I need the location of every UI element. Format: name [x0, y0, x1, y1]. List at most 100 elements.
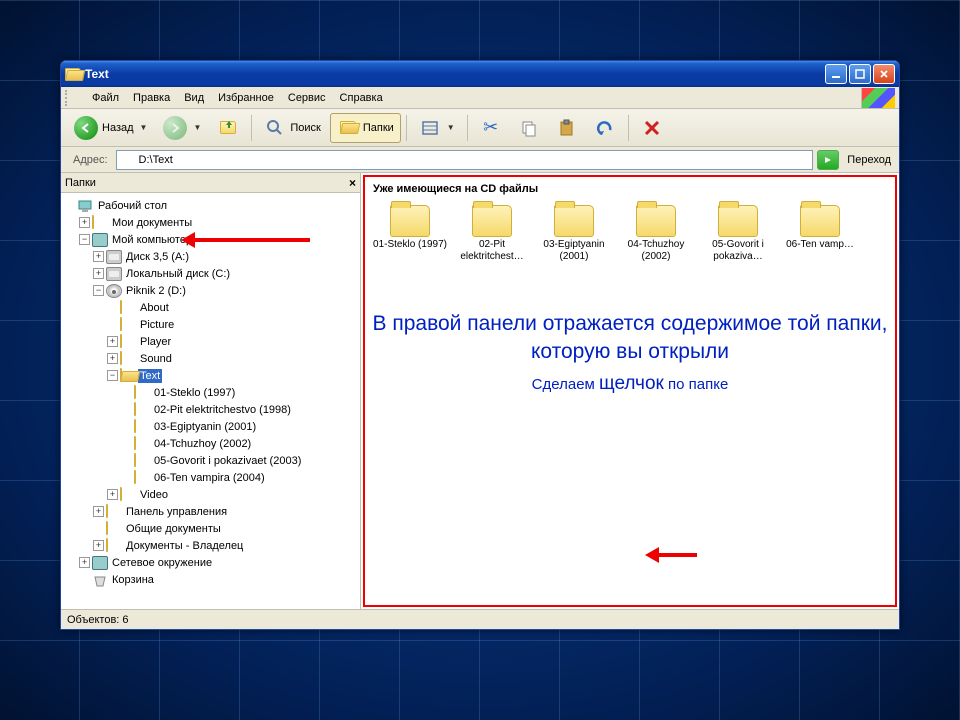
tree-shareddocs[interactable]: Общие документы	[93, 520, 358, 537]
recycle-icon	[92, 573, 108, 587]
tree-text-3[interactable]: 03-Egiptyanin (2001)	[121, 418, 358, 435]
tree-text-1[interactable]: 01-Steklo (1997)	[121, 384, 358, 401]
tree-controlpanel[interactable]: +Панель управления	[93, 503, 358, 520]
menu-view[interactable]: Вид	[177, 89, 211, 107]
content-pane[interactable]: Уже имеющиеся на CD файлы 01-Steklo (199…	[363, 175, 897, 607]
chevron-down-icon: ▼	[140, 123, 148, 132]
tree-floppy[interactable]: +Диск 3,5 (A:)	[93, 248, 358, 265]
tree-text[interactable]: −Text	[107, 367, 358, 384]
close-button[interactable]	[873, 64, 895, 84]
annotation-line1: В правой панели отражается содержимое то…	[369, 310, 891, 367]
collapse-icon[interactable]: −	[79, 234, 90, 245]
address-label: Адрес:	[69, 154, 112, 166]
search-button[interactable]: Поиск	[257, 113, 327, 143]
forward-icon	[163, 116, 187, 140]
copy-button[interactable]	[511, 113, 547, 143]
annotation-line2: Сделаем щелчок по папке	[369, 373, 891, 395]
back-label: Назад	[102, 122, 134, 134]
back-button[interactable]: Назад ▼	[67, 113, 154, 143]
menubar-grip[interactable]	[65, 90, 81, 106]
search-icon	[264, 117, 286, 139]
menu-help[interactable]: Справка	[333, 89, 390, 107]
tree-text-2[interactable]: 02-Pit elektritchestvo (1998)	[121, 401, 358, 418]
title-folder-icon	[65, 66, 81, 82]
list-item[interactable]: 03-Egiptyanin (2001)	[537, 205, 611, 262]
separator	[251, 115, 252, 141]
list-item[interactable]: 05-Govorit i pokaziva…	[701, 205, 775, 262]
tree-player[interactable]: +Player	[107, 333, 358, 350]
paste-button[interactable]	[549, 113, 585, 143]
folders-button[interactable]: Папки	[330, 113, 401, 143]
folder-icon	[390, 205, 430, 237]
collapse-icon[interactable]: −	[107, 370, 118, 381]
list-item[interactable]: 06-Ten vamp…	[783, 205, 857, 262]
tree-text-4[interactable]: 04-Tchuzhoy (2002)	[121, 435, 358, 452]
status-objects: Объектов: 6	[67, 614, 129, 626]
menu-edit[interactable]: Правка	[126, 89, 177, 107]
body: Папки × Рабочий стол +Мои документы −Мой…	[61, 173, 899, 609]
menu-file[interactable]: Файл	[85, 89, 126, 107]
chevron-down-icon: ▼	[447, 123, 455, 132]
up-button[interactable]	[210, 113, 246, 143]
tree-sound[interactable]: +Sound	[107, 350, 358, 367]
tree-text-5[interactable]: 05-Govorit i pokazivaet (2003)	[121, 452, 358, 469]
menu-favorites[interactable]: Избранное	[211, 89, 281, 107]
forward-button[interactable]: ▼	[156, 113, 208, 143]
floppy-icon	[106, 250, 122, 264]
delete-button[interactable]	[634, 113, 670, 143]
tree-piknik[interactable]: −Piknik 2 (D:)	[93, 282, 358, 299]
folder-icon	[636, 205, 676, 237]
folder-icon	[800, 205, 840, 237]
tree-recycle[interactable]: Корзина	[79, 571, 358, 588]
paste-icon	[556, 117, 578, 139]
copy-icon	[518, 117, 540, 139]
maximize-button[interactable]	[849, 64, 871, 84]
back-icon	[74, 116, 98, 140]
item-list: 01-Steklo (1997) 02-Pit elektritchest… 0…	[369, 197, 891, 270]
undo-icon	[594, 117, 616, 139]
titlebar[interactable]: Text	[61, 61, 899, 87]
views-button[interactable]: ▼	[412, 113, 462, 143]
undo-button[interactable]	[587, 113, 623, 143]
annotation-arrow-tree	[181, 232, 310, 248]
folders-icon	[337, 117, 359, 139]
tree-text-6[interactable]: 06-Ten vampira (2004)	[121, 469, 358, 486]
tree-video[interactable]: +Video	[107, 486, 358, 503]
tree-picture[interactable]: Picture	[107, 316, 358, 333]
tree-ownerdocs[interactable]: +Документы - Владелец	[93, 537, 358, 554]
disk-icon	[106, 267, 122, 281]
explorer-window: Text Файл Правка Вид Избранное Сервис Сп…	[60, 60, 900, 630]
separator	[406, 115, 407, 141]
folders-pane-header: Папки ×	[61, 173, 360, 193]
content-header: Уже имеющиеся на CD файлы	[369, 181, 891, 197]
folder-icon	[554, 205, 594, 237]
address-input[interactable]	[116, 150, 814, 170]
tree-network[interactable]: +Сетевое окружение	[79, 554, 358, 571]
annotation-arrow-content	[645, 547, 697, 563]
tree-mydocs[interactable]: +Мои документы	[79, 214, 358, 231]
minimize-button[interactable]	[825, 64, 847, 84]
expand-icon[interactable]: +	[79, 217, 90, 228]
folders-pane-close[interactable]: ×	[349, 176, 356, 190]
tree-about[interactable]: About	[107, 299, 358, 316]
list-item[interactable]: 01-Steklo (1997)	[373, 205, 447, 262]
folder-tree[interactable]: Рабочий стол +Мои документы −Мой компьют…	[61, 193, 360, 609]
tree-desktop[interactable]: Рабочий стол	[65, 197, 358, 214]
menu-tools[interactable]: Сервис	[281, 89, 333, 107]
windows-logo-icon	[861, 88, 895, 108]
menubar: Файл Правка Вид Избранное Сервис Справка	[61, 87, 899, 109]
collapse-icon[interactable]: −	[93, 285, 104, 296]
folder-icon	[472, 205, 512, 237]
views-icon	[419, 117, 441, 139]
search-label: Поиск	[290, 122, 320, 134]
go-button[interactable]	[817, 150, 839, 170]
list-item[interactable]: 04-Tchuzhoy (2002)	[619, 205, 693, 262]
toolbar: Назад ▼ ▼ Поиск Папки	[61, 109, 899, 147]
separator	[467, 115, 468, 141]
list-item[interactable]: 02-Pit elektritchest…	[455, 205, 529, 262]
chevron-down-icon: ▼	[193, 123, 201, 132]
folders-pane: Папки × Рабочий стол +Мои документы −Мой…	[61, 173, 361, 609]
go-label: Переход	[843, 154, 895, 166]
tree-localc[interactable]: +Локальный диск (C:)	[93, 265, 358, 282]
cut-button[interactable]: ✂	[473, 113, 509, 143]
